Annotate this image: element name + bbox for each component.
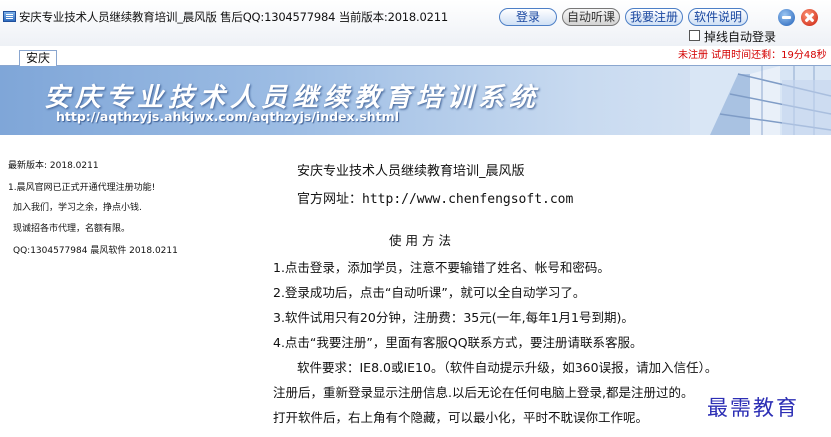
banner-url: http://aqthzyjs.ahkjwx.com/aqthzyjs/inde… — [56, 109, 399, 124]
building-illustration — [690, 66, 831, 135]
product-heading: 安庆专业技术人员继续教育培训_晨风版 — [297, 164, 525, 179]
site-label: 官方网址： — [297, 192, 363, 207]
usage-step: 3.软件试用只有20分钟，注册费：35元(一年,每年1月1号到期)。 — [273, 310, 634, 325]
usage-heading: 使用方法 — [389, 233, 456, 248]
notice-line: 最新版本: 2018.0211 — [8, 161, 99, 171]
title-bar: 安庆专业技术人员继续教育培训_晨风版 售后QQ:1304577984 当前版本:… — [0, 0, 831, 46]
watermark-text: 最需教育 — [707, 396, 799, 420]
notice-line: 现诚招各市代理，名额有限。 — [13, 224, 131, 234]
app-icon — [3, 11, 16, 22]
tab-anqing[interactable]: 安庆 — [19, 50, 57, 67]
usage-step: 软件要求：IE8.0或IE10。（软件自动提示升级，如360误报，请加入信任）。 — [297, 360, 718, 375]
usage-step: 4.点击“我要注册”，里面有客服QQ联系方式，要注册请联系客服。 — [273, 335, 643, 350]
notice-line: QQ:1304577984 晨风软件 2018.0211 — [13, 246, 178, 256]
minimize-icon[interactable] — [778, 9, 795, 26]
close-icon[interactable] — [801, 9, 818, 26]
official-site-line: 官方网址：http://www.chenfengsoft.com — [297, 188, 573, 207]
login-button[interactable]: 登录 — [499, 8, 557, 26]
auto-relogin-label: 掉线自动登录 — [704, 30, 777, 44]
app-window: 安庆专业技术人员继续教育培训_晨风版 售后QQ:1304577984 当前版本:… — [0, 0, 831, 437]
manual-button[interactable]: 软件说明 — [688, 8, 748, 26]
trial-status: 未注册 试用时间还剩：19分48秒 — [678, 50, 827, 61]
site-url-link[interactable]: http://www.chenfengsoft.com — [362, 192, 573, 207]
checkbox-box[interactable] — [689, 30, 700, 41]
notice-panel: 最新版本: 2018.0211 1.晨风官网已正式开通代理注册功能! 加入我们，… — [0, 135, 265, 437]
notice-line: 加入我们，学习之余，挣点小钱. — [13, 203, 142, 213]
auto-listen-button[interactable]: 自动听课 — [562, 8, 620, 26]
usage-step: 1.点击登录，添加学员，注意不要输错了姓名、帐号和密码。 — [273, 260, 610, 275]
window-title: 安庆专业技术人员继续教育培训_晨风版 售后QQ:1304577984 当前版本:… — [19, 10, 448, 24]
usage-step: 打开软件后，右上角有个隐藏，可以最小化，平时不耽误你工作呢。 — [273, 410, 649, 425]
usage-step: 2.登录成功后，点击“自动听课”，就可以全自动学习了。 — [273, 285, 586, 300]
site-banner: 安庆专业技术人员继续教育培训系统 http://aqthzyjs.ahkjwx.… — [0, 66, 831, 135]
usage-step: 注册后，重新登录显示注册信息.以后无论在任何电脑上登录,都是注册过的。 — [273, 385, 694, 400]
notice-line: 1.晨风官网已正式开通代理注册功能! — [8, 183, 156, 193]
register-button[interactable]: 我要注册 — [625, 8, 683, 26]
